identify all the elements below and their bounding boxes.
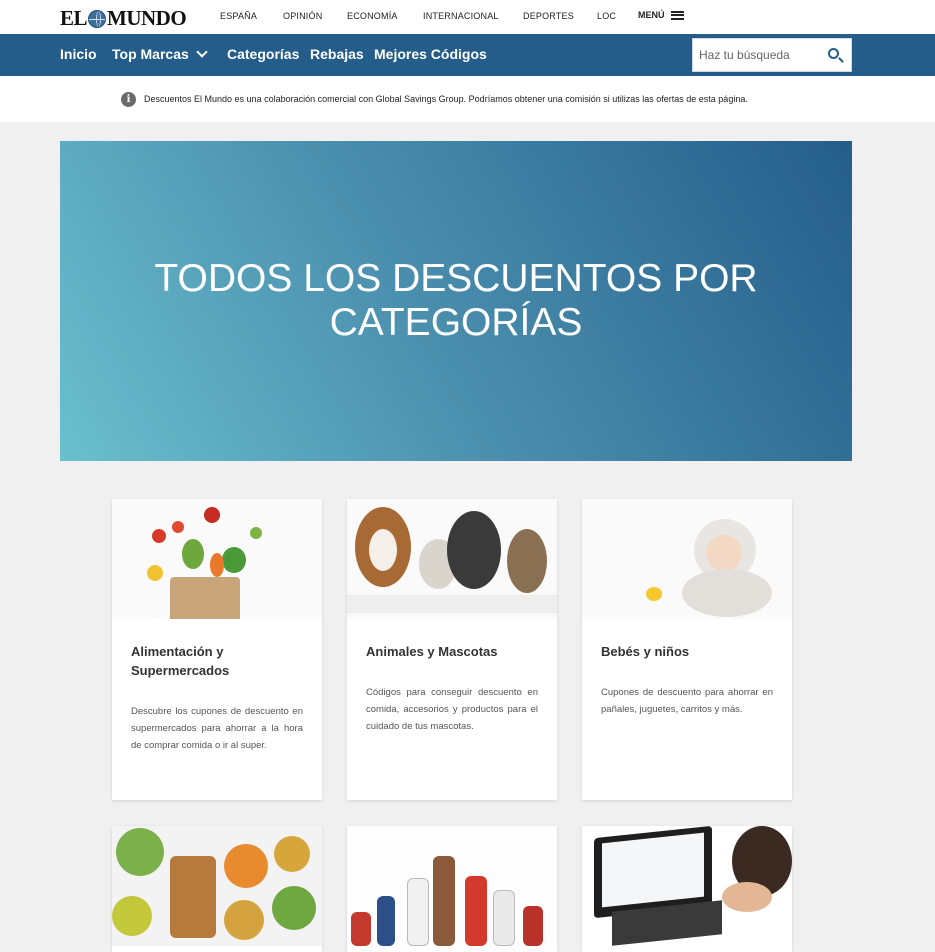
card-title: Bebés y niños	[601, 644, 690, 659]
topnav-opinion[interactable]: OPINIÓN	[283, 11, 322, 21]
category-card-bebes[interactable]: Bebés y niños Cupones de descuento para …	[582, 499, 792, 800]
nav-top-marcas[interactable]: Top Marcas	[112, 46, 189, 62]
topnav-espana[interactable]: ESPAÑA	[220, 11, 257, 21]
category-card[interactable]	[347, 826, 557, 952]
groceries-image	[112, 499, 322, 619]
card-description: Descubre los cupones de descuento en sup…	[131, 706, 303, 751]
card-title: Alimentación y Supermercados	[131, 644, 230, 678]
menu-button[interactable]: MENÚ	[638, 10, 684, 20]
topnav-loc[interactable]: LOC	[597, 11, 616, 21]
search-icon[interactable]	[828, 48, 839, 59]
topnav-internacional[interactable]: INTERNACIONAL	[423, 11, 499, 21]
disclaimer-text: Descuentos El Mundo es una colaboración …	[144, 94, 748, 104]
pets-image	[347, 499, 557, 619]
search-box	[692, 38, 852, 72]
category-card-alimentacion[interactable]: Alimentación y Supermercados Descubre lo…	[112, 499, 322, 800]
sports-image	[347, 826, 557, 946]
disclaimer-bar: i Descuentos El Mundo es una colaboració…	[0, 76, 935, 122]
baby-image	[582, 499, 792, 619]
hamburger-icon	[670, 10, 684, 20]
laptop-image	[582, 826, 792, 946]
card-description: Códigos para conseguir descuento en comi…	[366, 687, 538, 732]
search-input[interactable]	[693, 39, 818, 71]
chevron-down-icon[interactable]	[196, 46, 208, 58]
food-bowls-image	[112, 826, 322, 946]
topnav-economia[interactable]: ECONOMÍA	[347, 11, 398, 21]
topnav-deportes[interactable]: DEPORTES	[523, 11, 574, 21]
logo-text-right: MUNDO	[107, 6, 187, 30]
category-card-animales[interactable]: Animales y Mascotas Códigos para consegu…	[347, 499, 557, 800]
category-card[interactable]	[582, 826, 792, 952]
nav-categorias[interactable]: Categorías	[227, 46, 299, 62]
globe-icon	[88, 9, 107, 28]
category-card[interactable]	[112, 826, 322, 952]
el-mundo-logo[interactable]: EL MUNDO	[60, 6, 187, 31]
nav-rebajas[interactable]: Rebajas	[310, 46, 364, 62]
hero-banner: TODOS LOS DESCUENTOS POR CATEGORÍAS	[60, 141, 852, 461]
card-title: Animales y Mascotas	[366, 644, 498, 659]
info-icon: i	[121, 92, 136, 107]
card-description: Cupones de descuento para ahorrar en pañ…	[601, 687, 773, 715]
hero-title: TODOS LOS DESCUENTOS POR CATEGORÍAS	[154, 257, 758, 344]
top-bar: EL MUNDO ESPAÑA OPINIÓN ECONOMÍA INTERNA…	[0, 0, 935, 34]
nav-inicio[interactable]: Inicio	[60, 46, 97, 62]
logo-text-left: EL	[60, 6, 88, 30]
menu-label: MENÚ	[638, 10, 665, 20]
main-nav: Inicio Top Marcas Categorías Rebajas Mej…	[0, 34, 935, 76]
nav-mejores-codigos[interactable]: Mejores Códigos	[374, 46, 487, 62]
